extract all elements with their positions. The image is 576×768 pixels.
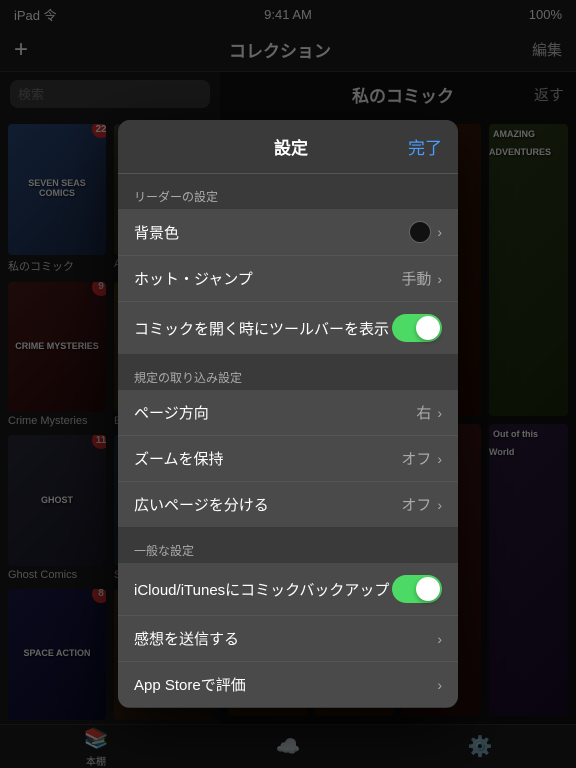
chevron-icon: › xyxy=(437,497,442,513)
row-value: 手動 xyxy=(401,268,431,289)
settings-row-hot-jump[interactable]: ホット・ジャンプ 手動 › xyxy=(118,256,458,302)
row-label: iCloud/iTunesにコミックバックアップ xyxy=(134,579,389,600)
download-settings-group: ページ方向 右 › ズームを保持 オフ › 広いページを分ける オフ › xyxy=(118,390,458,527)
row-label: ズームを保持 xyxy=(134,448,224,469)
reader-section-header: リーダーの設定 xyxy=(118,174,458,209)
chevron-icon: › xyxy=(437,677,442,693)
row-label: 背景色 xyxy=(134,222,179,243)
settings-title: 設定 xyxy=(174,134,408,159)
chevron-icon: › xyxy=(437,405,442,421)
settings-header: 設定 完了 xyxy=(118,120,458,174)
row-label: App Storeで評価 xyxy=(134,674,246,695)
download-section-header: 規定の取り込み設定 xyxy=(118,355,458,390)
settings-row-toolbar[interactable]: コミックを開く時にツールバーを表示 xyxy=(118,302,458,354)
chevron-icon: › xyxy=(437,631,442,647)
row-value: オフ xyxy=(401,494,431,515)
settings-row-keep-zoom[interactable]: ズームを保持 オフ › xyxy=(118,436,458,482)
settings-done-button[interactable]: 完了 xyxy=(408,134,442,159)
settings-row-page-dir[interactable]: ページ方向 右 › xyxy=(118,390,458,436)
row-label: 感想を送信する xyxy=(134,628,239,649)
chevron-icon: › xyxy=(437,224,442,240)
settings-row-feedback[interactable]: 感想を送信する › xyxy=(118,616,458,662)
general-settings-group: iCloud/iTunesにコミックバックアップ 感想を送信する › App S… xyxy=(118,563,458,707)
row-value: 右 xyxy=(416,402,431,423)
settings-row-appstore[interactable]: App Storeで評価 › xyxy=(118,662,458,707)
toggle-icloud[interactable] xyxy=(392,575,442,603)
toggle-toolbar[interactable] xyxy=(392,314,442,342)
settings-row-bg-color[interactable]: 背景色 › xyxy=(118,209,458,256)
row-label: ホット・ジャンプ xyxy=(134,268,253,289)
settings-panel: 設定 完了 リーダーの設定 背景色 › ホット・ジャンプ 手動 › コミックを開く… xyxy=(118,120,458,708)
reader-settings-group: 背景色 › ホット・ジャンプ 手動 › コミックを開く時にツールバーを表示 xyxy=(118,209,458,354)
row-label: 広いページを分ける xyxy=(134,494,269,515)
general-section-header: 一般な設定 xyxy=(118,528,458,563)
row-label: コミックを開く時にツールバーを表示 xyxy=(134,318,389,339)
chevron-icon: › xyxy=(437,451,442,467)
color-swatch xyxy=(409,221,431,243)
settings-overlay: 設定 完了 リーダーの設定 背景色 › ホット・ジャンプ 手動 › コミックを開く… xyxy=(0,0,576,768)
settings-row-wide-page[interactable]: 広いページを分ける オフ › xyxy=(118,482,458,527)
chevron-icon: › xyxy=(437,271,442,287)
settings-row-icloud[interactable]: iCloud/iTunesにコミックバックアップ xyxy=(118,563,458,616)
row-value: オフ xyxy=(401,448,431,469)
row-label: ページ方向 xyxy=(134,402,209,423)
